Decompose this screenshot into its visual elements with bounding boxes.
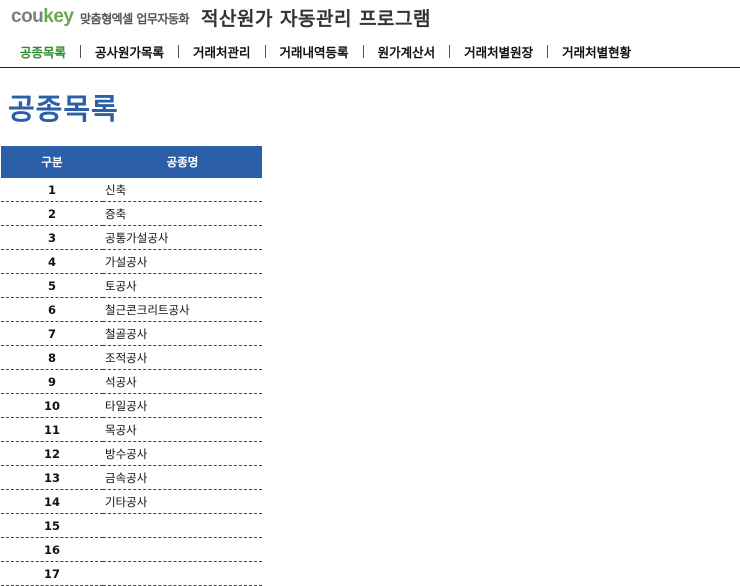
row-number: 5 [1, 273, 103, 298]
work-type-name[interactable]: 기타공사 [103, 489, 262, 514]
table-row[interactable]: 10 타일공사 [1, 393, 262, 418]
table-row[interactable]: 13 금속공사 [1, 465, 262, 490]
nav-item-cost-statement[interactable]: 원가계산서 [364, 42, 450, 61]
work-types-table: 구분 공종명 1 신축 2 증축 3 공통가설공사 4 가설공사 5 토공사 6 철근콘크리… [1, 146, 262, 586]
table-row[interactable]: 3 공통가설공사 [1, 225, 262, 250]
nav-item-transaction-entry[interactable]: 거래내역등록 [266, 42, 363, 61]
top-bar: coukey 맞춤형엑셀 업무자동화 적산원가 자동관리 프로그램 [0, 0, 740, 34]
coukey-logo: coukey [11, 6, 74, 28]
column-header-work-type-name: 공종명 [103, 146, 262, 178]
work-type-name[interactable]: 토공사 [103, 273, 262, 298]
table-row[interactable]: 12 방수공사 [1, 441, 262, 466]
table-row[interactable]: 7 철골공사 [1, 321, 262, 346]
work-type-name[interactable]: 증축 [103, 201, 262, 226]
work-type-name[interactable]: 공통가설공사 [103, 225, 262, 250]
table-row[interactable]: 9 석공사 [1, 369, 262, 394]
work-type-name[interactable]: 신축 [103, 178, 262, 202]
row-number: 9 [1, 369, 103, 394]
work-type-name[interactable]: 방수공사 [103, 441, 262, 466]
row-number: 10 [1, 393, 103, 418]
table-row[interactable]: 2 증축 [1, 201, 262, 226]
table-header-row: 구분 공종명 [1, 146, 262, 178]
row-number: 13 [1, 465, 103, 490]
nav-item-client-status[interactable]: 거래처별현황 [548, 42, 645, 61]
row-number: 4 [1, 249, 103, 274]
row-number: 2 [1, 201, 103, 226]
row-number: 15 [1, 513, 103, 538]
work-type-name[interactable]: 철근콘크리트공사 [103, 297, 262, 322]
work-type-name[interactable]: 석공사 [103, 369, 262, 394]
nav-bar: 공종목록 공사원가목록 거래처관리 거래내역등록 원가계산서 거래처별원장 거래… [0, 35, 740, 68]
nav-item-client-management[interactable]: 거래처관리 [179, 42, 265, 61]
row-number: 17 [1, 561, 103, 586]
page-title: 공종목록 [8, 92, 119, 126]
row-number: 14 [1, 489, 103, 514]
logo-text-cou: cou [11, 6, 44, 27]
table-row[interactable]: 1 신축 [1, 178, 262, 202]
table-row[interactable]: 15 [1, 513, 262, 538]
work-type-name[interactable]: 타일공사 [103, 393, 262, 418]
table-row[interactable]: 16 [1, 537, 262, 562]
app-title: 적산원가 자동관리 프로그램 [201, 8, 431, 30]
logo-text-key: key [43, 6, 74, 27]
logo-tagline: 맞춤형엑셀 업무자동화 [80, 12, 190, 26]
table-row[interactable]: 6 철근콘크리트공사 [1, 297, 262, 322]
row-number: 8 [1, 345, 103, 370]
nav-item-construction-cost-list[interactable]: 공사원가목록 [81, 42, 178, 61]
table-row[interactable]: 8 조적공사 [1, 345, 262, 370]
work-type-name[interactable]: 가설공사 [103, 249, 262, 274]
column-header-category: 구분 [1, 146, 103, 178]
nav-item-client-ledger[interactable]: 거래처별원장 [450, 42, 547, 61]
row-number: 7 [1, 321, 103, 346]
table-row[interactable]: 4 가설공사 [1, 249, 262, 274]
table-row[interactable]: 17 [1, 561, 262, 586]
table-row[interactable]: 11 목공사 [1, 417, 262, 442]
row-number: 11 [1, 417, 103, 442]
work-type-name[interactable] [103, 513, 262, 538]
work-type-name[interactable]: 금속공사 [103, 465, 262, 490]
work-type-name[interactable]: 조적공사 [103, 345, 262, 370]
work-type-name[interactable]: 목공사 [103, 417, 262, 442]
table-row[interactable]: 14 기타공사 [1, 489, 262, 514]
row-number: 1 [1, 178, 103, 202]
work-type-name[interactable] [103, 561, 262, 586]
row-number: 3 [1, 225, 103, 250]
table-row[interactable]: 5 토공사 [1, 273, 262, 298]
work-type-name[interactable]: 철골공사 [103, 321, 262, 346]
nav-item-work-types[interactable]: 공종목록 [0, 42, 80, 61]
row-number: 12 [1, 441, 103, 466]
row-number: 6 [1, 297, 103, 322]
work-type-name[interactable] [103, 537, 262, 562]
row-number: 16 [1, 537, 103, 562]
